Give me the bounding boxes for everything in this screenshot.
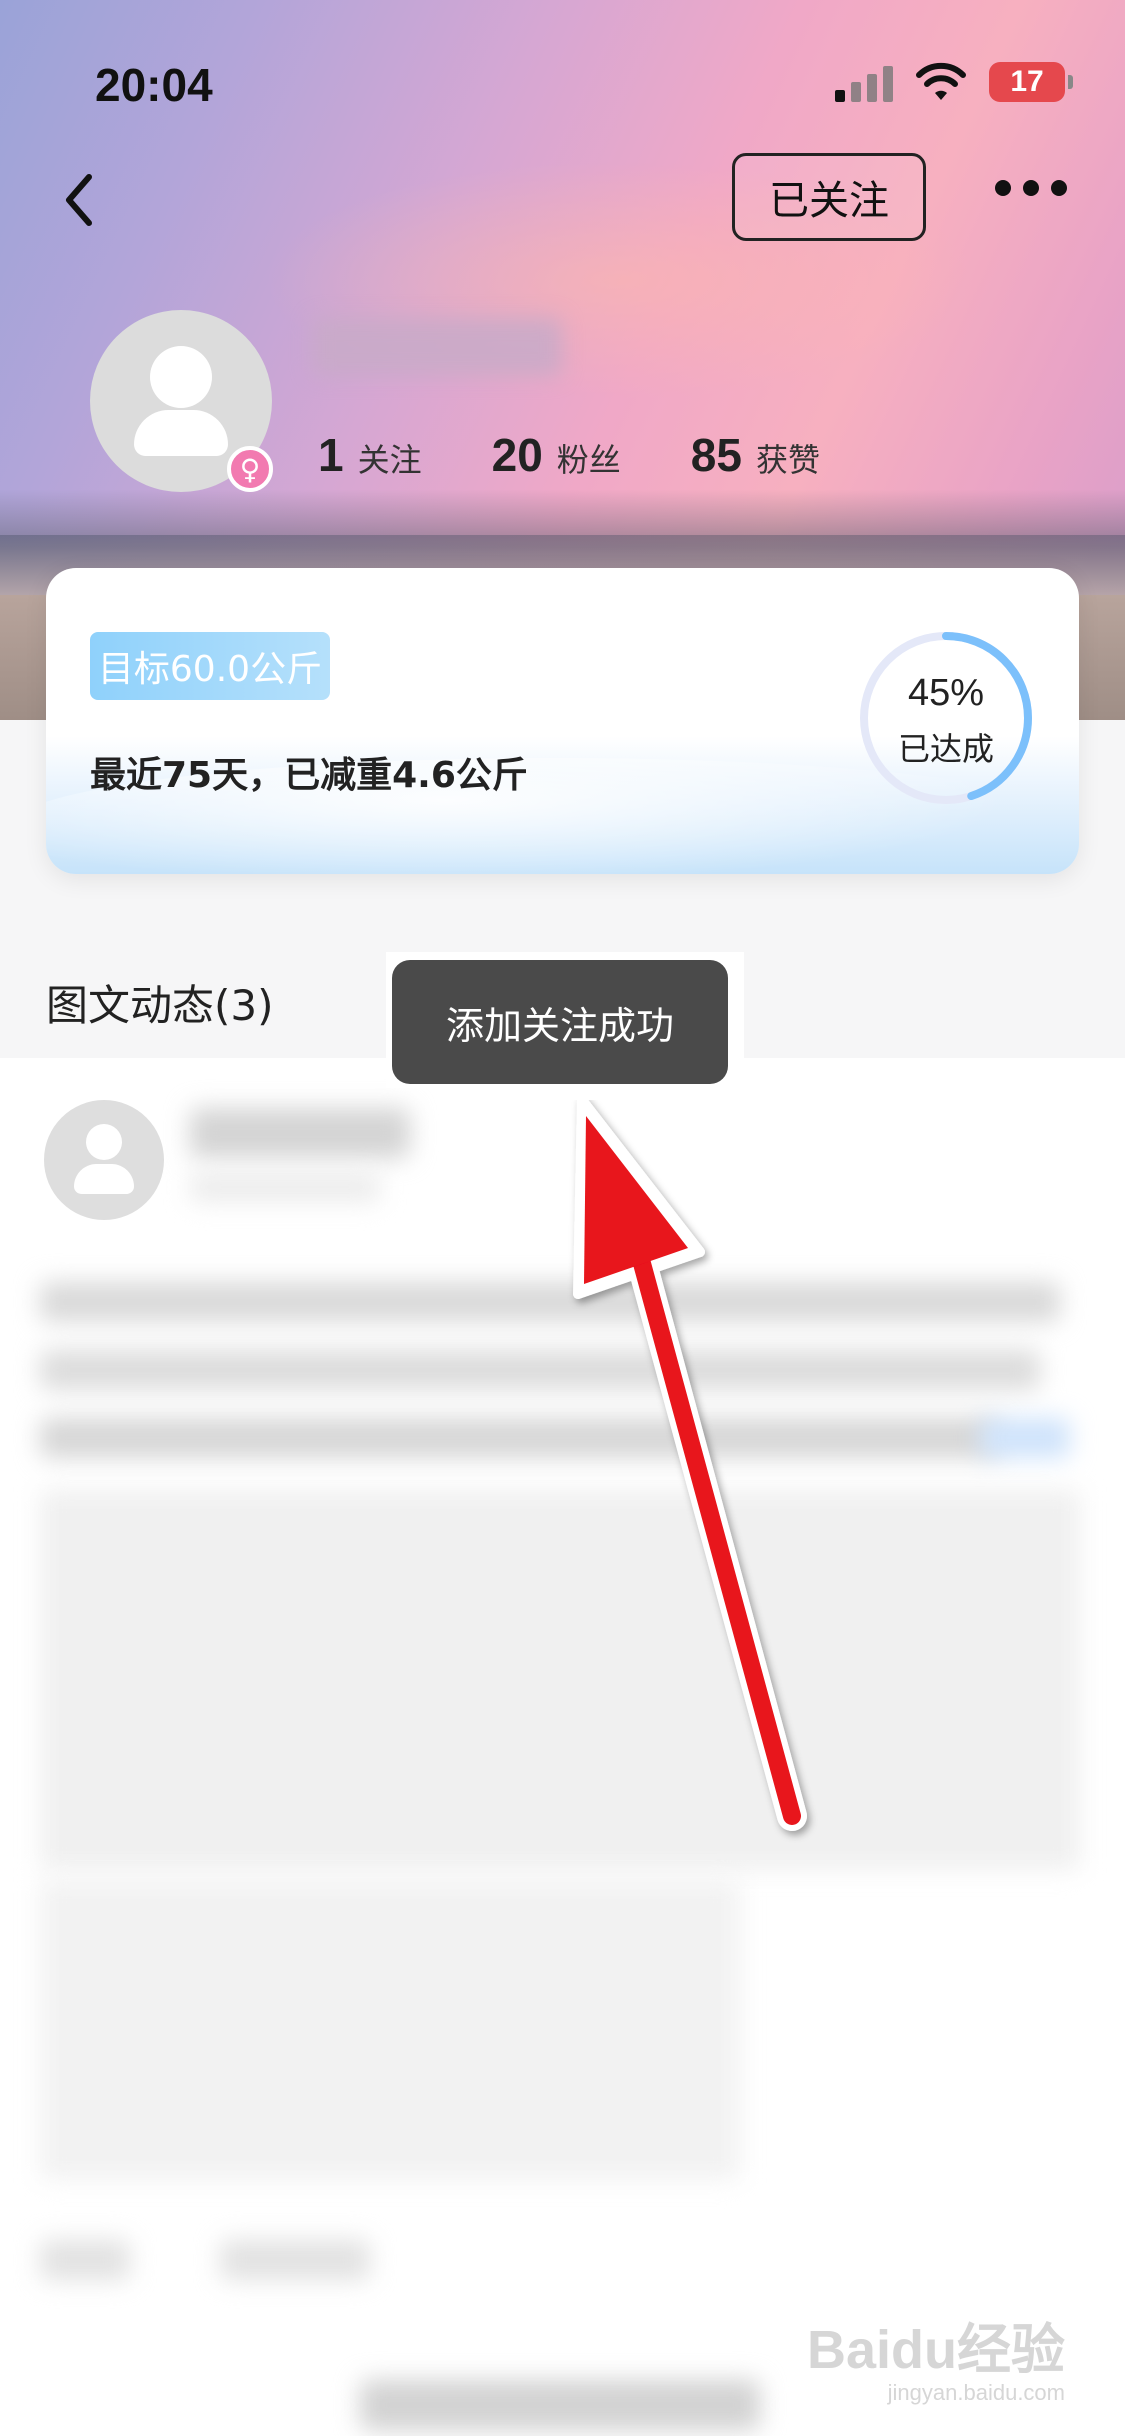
stat-label: 粉丝 xyxy=(556,441,621,479)
baidu-jingyan-watermark: Baidu经验 jingyan.baidu.com xyxy=(807,2305,1065,2406)
watermark-brand: Baidu经验 xyxy=(806,2320,1065,2380)
avatar-placeholder-body xyxy=(134,410,228,456)
avatar-placeholder-icon xyxy=(150,346,212,408)
watermark-url: jingyan.baidu.com xyxy=(887,2380,1065,2405)
post-author-name-blurred xyxy=(190,1108,410,1158)
profile-stats: 1 关注 20 粉丝 85 获赞 xyxy=(318,428,820,482)
more-options-button[interactable] xyxy=(995,180,1067,196)
post-author-avatar[interactable] xyxy=(44,1100,164,1220)
wifi-icon xyxy=(916,62,966,100)
goal-target-tag: 目标60.0公斤 xyxy=(90,632,330,700)
stat-label: 关注 xyxy=(357,441,422,479)
toast-message: 添加关注成功 xyxy=(392,960,728,1084)
post-text-blurred xyxy=(40,1282,1060,1322)
female-gender-icon: ♀ xyxy=(227,446,273,492)
post-meta-blurred xyxy=(190,1172,380,1202)
post-footer-blurred xyxy=(40,2240,130,2280)
stat-followers[interactable]: 20 粉丝 xyxy=(492,428,621,482)
post-link-blurred xyxy=(980,1418,1070,1458)
cellular-signal-icon xyxy=(835,62,893,102)
post-footer-blurred xyxy=(360,2380,760,2430)
post-text-blurred xyxy=(40,1350,1040,1390)
progress-label: 已达成 xyxy=(897,730,994,768)
status-icons: 17 xyxy=(835,62,1073,102)
followed-button[interactable]: 已关注 xyxy=(732,153,926,241)
post-text-blurred xyxy=(40,1418,1000,1458)
annotation-arrow-icon xyxy=(573,1100,807,1831)
progress-percent: 45% xyxy=(907,672,985,714)
stat-value: 1 xyxy=(318,429,344,481)
back-button[interactable] xyxy=(55,165,105,235)
status-time: 20:04 xyxy=(95,59,213,111)
weight-goal-card[interactable]: 目标60.0公斤 最近75天，已减重4.6公斤 45% 已达成 xyxy=(46,568,1079,874)
username-blurred xyxy=(312,318,562,376)
more-dot-icon xyxy=(1023,180,1039,196)
goal-progress-text: 最近75天，已减重4.6公斤 xyxy=(90,755,528,796)
goal-progress-ring: 45% 已达成 xyxy=(856,628,1036,808)
more-dot-icon xyxy=(995,180,1011,196)
stat-value: 20 xyxy=(491,429,543,481)
avatar-placeholder-icon xyxy=(86,1124,122,1160)
progress-ring-icon xyxy=(860,632,1032,804)
battery-icon: 17 xyxy=(989,62,1073,102)
stat-value: 85 xyxy=(690,429,742,481)
stat-following[interactable]: 1 关注 xyxy=(318,428,422,482)
posts-section-title: 图文动态(3) xyxy=(46,981,274,1030)
stat-likes[interactable]: 85 获赞 xyxy=(691,428,820,482)
chevron-left-icon xyxy=(66,174,92,226)
post-table-blurred xyxy=(40,1880,740,2180)
avatar-placeholder-body xyxy=(74,1164,134,1194)
stat-label: 获赞 xyxy=(755,441,820,479)
post-footer-blurred xyxy=(220,2240,370,2280)
more-dot-icon xyxy=(1051,180,1067,196)
